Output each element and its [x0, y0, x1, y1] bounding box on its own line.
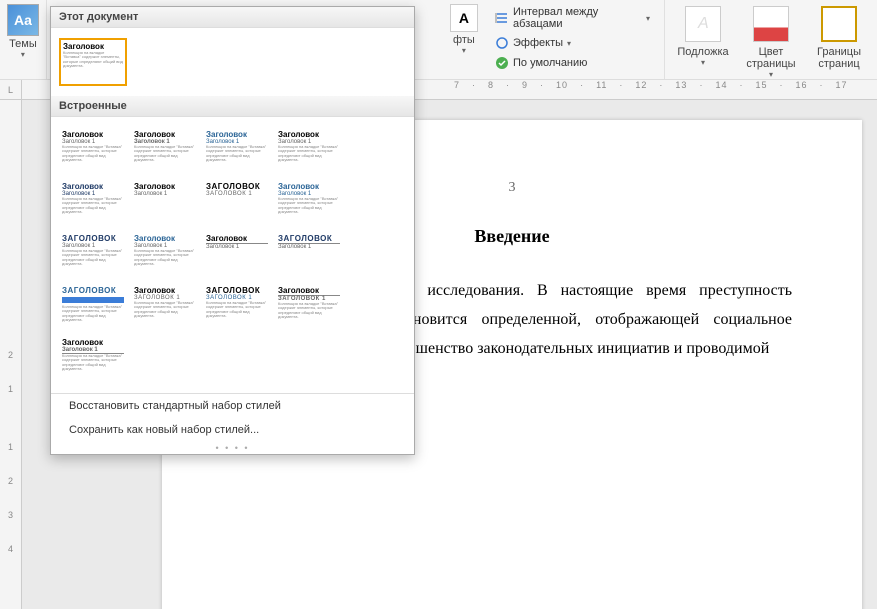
style-thumb[interactable]: ЗаголовокЗаголовок 1Коллекция на вкладке…: [131, 231, 199, 279]
style-thumb[interactable]: ЗАГОЛОВОКЗаголовок 1: [203, 179, 271, 227]
spacing-label: Интервал между абзацами: [513, 6, 642, 30]
page-borders-button[interactable]: Границы страниц: [809, 4, 869, 81]
restore-default-styles[interactable]: Восстановить стандартный набор стилей: [51, 394, 414, 418]
chevron-down-icon: ▾: [701, 58, 705, 67]
ruler-corner: L: [0, 80, 22, 100]
chevron-down-icon: ▾: [21, 50, 25, 59]
chevron-down-icon: ▾: [462, 46, 466, 55]
effects-label: Эффекты: [513, 37, 563, 49]
set-default-button[interactable]: По умолчанию: [491, 54, 654, 72]
style-thumb[interactable]: ЗаголовокЗаголовок 1Коллекция на вкладке…: [203, 127, 271, 175]
default-label: По умолчанию: [513, 57, 587, 69]
style-thumb[interactable]: ЗаголовокЗаголовок 1Коллекция на вкладке…: [275, 179, 343, 227]
builtin-style-grid: ЗаголовокЗаголовок 1Коллекция на вкладке…: [55, 123, 410, 387]
page-color-icon: [753, 6, 789, 42]
save-as-new-style-set[interactable]: Сохранить как новый набор стилей...: [51, 418, 414, 442]
style-thumb[interactable]: ЗАГОЛОВОККоллекция на вкладке "Вставка" …: [59, 283, 127, 331]
style-thumb[interactable]: ЗаголовокЗаголовок 1Коллекция на вкладке…: [59, 127, 127, 175]
style-thumb[interactable]: ЗаголовокЗаголовок 1Коллекция на вкладке…: [59, 179, 127, 227]
style-thumb[interactable]: ЗАГОЛОВОКЗаголовок 1Коллекция на вкладке…: [203, 283, 271, 331]
vertical-ruler[interactable]: 211234: [0, 100, 22, 609]
style-thumb[interactable]: ЗАГОЛОВОКЗаголовок 1: [275, 231, 343, 279]
style-thumb[interactable]: ЗаголовокЗаголовок 1Коллекция на вкладке…: [131, 127, 199, 175]
paragraph-spacing-button[interactable]: Интервал между абзацами ▾: [491, 4, 654, 32]
style-thumb[interactable]: ЗаголовокЗаголовок 1Коллекция на вкладке…: [275, 283, 343, 331]
themes-group[interactable]: Aa Темы ▾: [0, 0, 47, 79]
page-background-group: Подложка ▾ Цвет страницы ▾ Границы стран…: [664, 0, 877, 79]
style-sets-dropdown: Этот документ Заголовок Коллекция на вкл…: [50, 6, 415, 455]
section-builtin: Встроенные: [51, 96, 414, 117]
watermark-label: Подложка: [677, 46, 728, 58]
paragraph-options: Интервал между абзацами ▾ Эффекты ▾ По у…: [481, 0, 664, 79]
style-thumb-current[interactable]: Заголовок Коллекция на вкладке "Вставка"…: [59, 38, 127, 86]
style-thumb[interactable]: ЗаголовокЗаголовок 1: [131, 179, 199, 227]
ribbon-right: A фты ▾ Интервал между абзацами ▾ Эффект…: [447, 0, 877, 79]
themes-icon: Aa: [7, 4, 39, 36]
resize-grip[interactable]: • • • •: [51, 442, 414, 454]
effects-icon: [495, 36, 509, 50]
effects-button[interactable]: Эффекты ▾: [491, 34, 654, 52]
fonts-button-partial[interactable]: A фты ▾: [447, 0, 481, 79]
style-thumb[interactable]: ЗАГОЛОВОКЗаголовок 1Коллекция на вкладке…: [59, 231, 127, 279]
page-color-label: Цвет страницы: [743, 46, 799, 70]
chevron-down-icon: ▾: [567, 39, 571, 48]
style-thumb[interactable]: ЗаголовокЗаголовок 1Коллекция на вкладке…: [59, 335, 127, 383]
page-borders-icon: [821, 6, 857, 42]
spacing-icon: [495, 11, 509, 25]
dropdown-footer: Восстановить стандартный набор стилей Со…: [51, 393, 414, 454]
section-this-document: Этот документ: [51, 7, 414, 28]
watermark-icon: [685, 6, 721, 42]
style-thumb[interactable]: ЗаголовокЗаголовок 1: [203, 231, 271, 279]
themes-label: Темы: [9, 38, 37, 50]
style-thumb[interactable]: ЗаголовокЗаголовок 1Коллекция на вкладке…: [275, 127, 343, 175]
check-icon: [495, 56, 509, 70]
fonts-icon: A: [450, 4, 478, 32]
watermark-button[interactable]: Подложка ▾: [673, 4, 733, 81]
chevron-down-icon: ▾: [646, 14, 650, 23]
style-thumb[interactable]: ЗаголовокЗаголовок 1Коллекция на вкладке…: [131, 283, 199, 331]
fonts-label-suffix: фты: [453, 34, 475, 46]
page-borders-label: Границы страниц: [811, 46, 867, 70]
page-color-button[interactable]: Цвет страницы ▾: [741, 4, 801, 81]
chevron-down-icon: ▾: [769, 70, 773, 79]
